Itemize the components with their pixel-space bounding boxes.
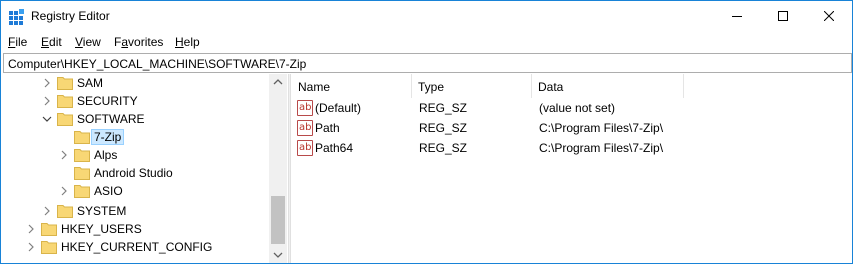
menu-file-label: ile [15, 35, 28, 49]
chevron-right-icon[interactable] [26, 241, 36, 253]
tree-vertical-scrollbar[interactable] [269, 74, 287, 263]
minimize-icon [732, 16, 742, 17]
folder-icon [74, 167, 90, 180]
tree-node-label: Alps [94, 148, 118, 162]
tree-node[interactable]: Alps [3, 146, 267, 164]
string-value-icon: ab [297, 120, 313, 136]
tree-node-label: HKEY_CURRENT_CONFIG [61, 240, 213, 254]
value-type: REG_SZ [419, 141, 468, 155]
value-data: C:\Program Files\7-Zip\ [539, 141, 664, 155]
column-header-type[interactable]: Type [412, 74, 532, 98]
string-value-icon: ab [297, 140, 313, 156]
title-bar[interactable]: Registry Editor [1, 1, 852, 32]
tree-node-label: SYSTEM [77, 204, 127, 218]
value-row[interactable]: ab Path REG_SZ C:\Program Files\7-Zip\ [292, 118, 852, 138]
tree-node[interactable]: SECURITY [3, 92, 267, 110]
tree-node-label: SAM [77, 76, 104, 90]
tree-node[interactable]: SYSTEM [3, 202, 267, 220]
value-name: Path64 [315, 141, 354, 155]
scroll-down-arrow-icon[interactable] [269, 246, 287, 263]
menu-edit[interactable]: Edit [41, 35, 62, 49]
menu-view[interactable]: View [75, 35, 101, 49]
maximize-button[interactable] [760, 1, 806, 32]
minimize-button[interactable] [714, 1, 760, 32]
chevron-right-icon[interactable] [59, 149, 69, 161]
folder-icon [57, 77, 73, 90]
chevron-right-icon[interactable] [26, 223, 36, 235]
maximize-icon [778, 11, 788, 21]
value-name: (Default) [315, 101, 362, 115]
menu-bar: File Edit View Favorites Help [1, 32, 852, 52]
registry-editor-window: Registry Editor File Edit View Favorites… [0, 0, 853, 264]
close-button[interactable] [806, 1, 852, 32]
chevron-right-icon[interactable] [59, 185, 69, 197]
tree-node[interactable]: Android Studio [3, 164, 267, 182]
string-value-icon: ab [297, 100, 313, 116]
folder-icon [41, 241, 57, 254]
scrollbar-thumb[interactable] [271, 196, 285, 244]
tree-node[interactable]: SAM [3, 74, 267, 92]
address-bar[interactable]: Computer\HKEY_LOCAL_MACHINE\SOFTWARE\7-Z… [3, 53, 852, 73]
value-data: C:\Program Files\7-Zip\ [539, 121, 664, 135]
folder-icon [74, 185, 90, 198]
value-name: Path [315, 121, 340, 135]
chevron-right-icon[interactable] [42, 205, 52, 217]
menu-favorites[interactable]: Favorites [114, 35, 163, 49]
folder-icon [57, 95, 73, 108]
folder-icon [74, 149, 90, 162]
value-type: REG_SZ [419, 101, 468, 115]
folder-icon [57, 205, 73, 218]
chevron-right-icon[interactable] [42, 95, 52, 107]
value-row[interactable]: ab Path64 REG_SZ C:\Program Files\7-Zip\ [292, 138, 852, 158]
menu-help[interactable]: Help [175, 35, 200, 49]
values-list: Name Type Data ab (Default) REG_SZ (value n… [292, 74, 852, 263]
tree-node-label: Android Studio [94, 166, 173, 180]
close-icon [824, 11, 834, 21]
column-header-data[interactable]: Data [532, 74, 684, 98]
chevron-down-icon[interactable] [42, 113, 52, 125]
address-path: Computer\HKEY_LOCAL_MACHINE\SOFTWARE\7-Z… [8, 57, 307, 71]
value-type: REG_SZ [419, 121, 468, 135]
folder-icon [41, 223, 57, 236]
scroll-up-arrow-icon[interactable] [269, 74, 287, 91]
tree-node-label: ASIO [94, 184, 123, 198]
tree-node[interactable]: HKEY_CURRENT_CONFIG [3, 238, 267, 256]
window-title: Registry Editor [31, 9, 110, 23]
registry-editor-icon [9, 9, 24, 25]
tree-node[interactable]: 7-Zip [3, 128, 267, 146]
tree-node[interactable]: HKEY_USERS [3, 220, 267, 238]
key-tree: SAM SECURITY SOFTWARE 7-Zip Alps Android Stud… [3, 74, 287, 263]
menu-file[interactable]: File [8, 35, 27, 49]
folder-icon [57, 113, 73, 126]
tree-node-label: SECURITY [77, 94, 138, 108]
tree-node-label: SOFTWARE [77, 112, 145, 126]
value-data: (value not set) [539, 101, 616, 115]
column-header-name[interactable]: Name [292, 74, 412, 98]
tree-node[interactable]: ASIO [3, 182, 267, 200]
tree-node-label: HKEY_USERS [61, 222, 142, 236]
chevron-right-icon[interactable] [42, 77, 52, 89]
folder-icon [74, 131, 90, 144]
tree-node[interactable]: SOFTWARE [3, 110, 267, 128]
tree-node-label: 7-Zip [90, 129, 125, 145]
value-row[interactable]: ab (Default) REG_SZ (value not set) [292, 98, 852, 118]
pane-splitter[interactable] [288, 74, 291, 263]
